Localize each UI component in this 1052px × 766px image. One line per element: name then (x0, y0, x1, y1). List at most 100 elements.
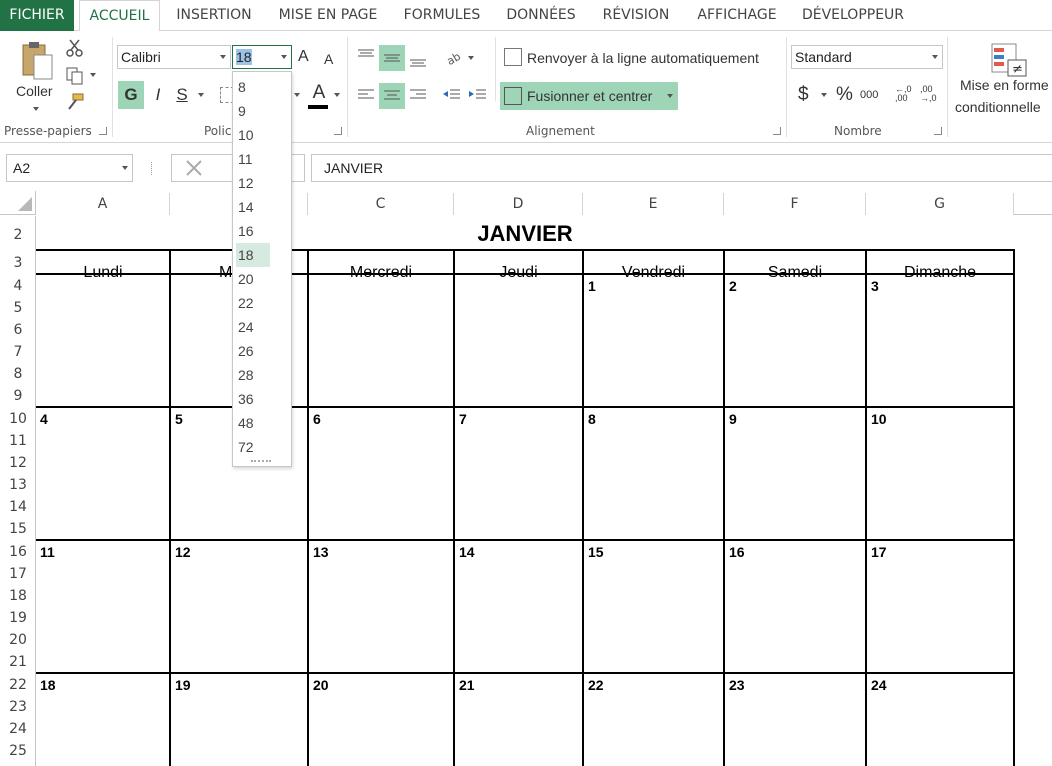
copy-icon[interactable] (66, 67, 86, 85)
row-header[interactable]: 4 (0, 275, 36, 297)
name-box-caret-icon[interactable] (122, 166, 128, 170)
day-cell[interactable]: 4 (40, 411, 48, 427)
italic-button[interactable]: I (148, 81, 168, 109)
day-cell[interactable]: 8 (588, 411, 596, 427)
row-header[interactable]: 22 (0, 674, 36, 696)
font-size-option[interactable]: 10 (236, 123, 270, 147)
name-box[interactable]: A2 (6, 154, 133, 182)
font-size-option[interactable]: 36 (236, 387, 270, 411)
number-launcher-icon[interactable] (934, 127, 942, 135)
conditional-formatting-line2[interactable]: conditionnelle (955, 97, 1052, 117)
font-size-option[interactable]: 28 (236, 363, 270, 387)
tab-revision[interactable]: RÉVISION (594, 0, 678, 31)
decrease-decimal-icon[interactable]: ,00 →,0 (920, 85, 942, 107)
align-top-icon[interactable] (356, 47, 376, 61)
merge-center-caret-icon[interactable] (667, 94, 673, 98)
tab-accueil[interactable]: ACCUEIL (79, 0, 160, 32)
day-cell[interactable]: 3 (871, 278, 879, 294)
day-cell[interactable]: 15 (588, 544, 604, 560)
tab-donnees[interactable]: DONNÉES (498, 0, 584, 31)
font-size-option[interactable]: 8 (236, 75, 270, 99)
column-header-g[interactable]: G (866, 193, 1014, 215)
orientation-caret-icon[interactable] (468, 56, 474, 60)
format-painter-icon[interactable] (66, 93, 84, 111)
row-header[interactable]: 19 (0, 607, 36, 629)
thousands-button[interactable]: 000 (860, 81, 886, 109)
day-name-jeudi[interactable]: Jeudi (454, 262, 583, 284)
row-header[interactable]: 21 (0, 651, 36, 673)
paste-icon[interactable] (20, 41, 54, 81)
row-header[interactable]: 16 (0, 541, 36, 563)
day-cell[interactable]: 9 (729, 411, 737, 427)
merge-center-icon[interactable] (504, 87, 522, 105)
cut-icon[interactable] (66, 39, 84, 57)
day-name-dimanche[interactable]: Dimanche (866, 262, 1014, 284)
row-header[interactable]: 6 (0, 319, 36, 341)
day-name-vendredi[interactable]: Vendredi (583, 262, 724, 284)
copy-dropdown-caret-icon[interactable] (90, 73, 96, 77)
font-color-caret-icon[interactable] (334, 93, 340, 97)
day-cell[interactable]: 24 (871, 677, 887, 693)
font-size-option[interactable]: 20 (236, 267, 270, 291)
font-size-caret-icon[interactable] (281, 55, 287, 59)
font-size-option[interactable]: 12 (236, 171, 270, 195)
percent-button[interactable]: % (836, 81, 854, 109)
day-cell[interactable]: 20 (313, 677, 329, 693)
align-bottom-icon[interactable] (408, 53, 428, 67)
worksheet-grid[interactable]: A B C D E F G 2 3 4 5 6 7 8 9 10 11 12 1… (0, 191, 1052, 766)
merge-center-button[interactable]: Fusionner et centrer (527, 82, 667, 110)
tab-developpeur[interactable]: DÉVELOPPEUR (796, 0, 910, 31)
paste-dropdown-caret-icon[interactable] (33, 107, 39, 111)
row-header[interactable]: 24 (0, 718, 36, 740)
row-header[interactable]: 25 (0, 740, 36, 762)
fill-caret-icon[interactable] (294, 93, 300, 97)
tab-mise-en-page[interactable]: MISE EN PAGE (270, 0, 386, 31)
row-header[interactable]: 2 (0, 224, 36, 246)
font-size-option[interactable]: 22 (236, 291, 270, 315)
orientation-icon[interactable]: ab (444, 49, 464, 68)
day-cell[interactable]: 11 (40, 544, 55, 560)
day-cell[interactable]: 6 (313, 411, 321, 427)
day-cell[interactable]: 10 (871, 411, 887, 427)
font-name-caret-icon[interactable] (220, 55, 226, 59)
tab-insertion[interactable]: INSERTION (168, 0, 260, 31)
select-all-corner[interactable] (0, 191, 36, 215)
font-size-option[interactable]: 14 (236, 195, 270, 219)
row-header[interactable]: 23 (0, 696, 36, 718)
day-cell[interactable]: 19 (175, 677, 191, 693)
row-header[interactable]: 10 (0, 408, 36, 430)
row-header[interactable]: 15 (0, 518, 36, 540)
formula-input[interactable]: JANVIER (311, 154, 1052, 182)
day-cell[interactable]: 2 (729, 278, 737, 294)
wrap-text-icon[interactable] (504, 48, 522, 66)
increase-decimal-icon[interactable]: ←,0,00 (895, 85, 915, 107)
row-header[interactable]: 20 (0, 629, 36, 651)
day-cell[interactable]: 22 (588, 677, 604, 693)
day-cell[interactable]: 1 (588, 278, 596, 294)
align-right-icon[interactable] (408, 87, 428, 103)
day-cell[interactable]: 13 (313, 544, 329, 560)
row-header[interactable]: 8 (0, 363, 36, 385)
font-size-option[interactable]: 72 (236, 435, 270, 459)
row-header[interactable]: 3 (0, 252, 36, 274)
increase-font-size-icon[interactable]: A (298, 43, 316, 71)
row-header[interactable]: 14 (0, 496, 36, 518)
wrap-text-button[interactable]: Renvoyer à la ligne automatiquement (527, 44, 787, 72)
conditional-formatting-icon[interactable]: ≠ (990, 42, 1028, 78)
font-size-option[interactable]: 9 (236, 99, 270, 123)
row-header[interactable]: 11 (0, 430, 36, 452)
increase-indent-icon[interactable] (468, 87, 488, 103)
column-header-f[interactable]: F (724, 193, 866, 215)
font-size-option[interactable]: 24 (236, 315, 270, 339)
underline-caret-icon[interactable] (198, 93, 204, 97)
row-header[interactable]: 13 (0, 474, 36, 496)
column-header-e[interactable]: E (583, 193, 724, 215)
day-name-samedi[interactable]: Samedi (724, 262, 866, 284)
day-cell[interactable]: 14 (459, 544, 475, 560)
clipboard-launcher-icon[interactable] (99, 127, 107, 135)
day-name-lundi[interactable]: Lundi (36, 262, 170, 284)
row-header[interactable]: 18 (0, 585, 36, 607)
tab-formules[interactable]: FORMULES (396, 0, 488, 31)
align-center-icon[interactable] (379, 83, 405, 109)
bold-button[interactable]: G (118, 81, 144, 109)
